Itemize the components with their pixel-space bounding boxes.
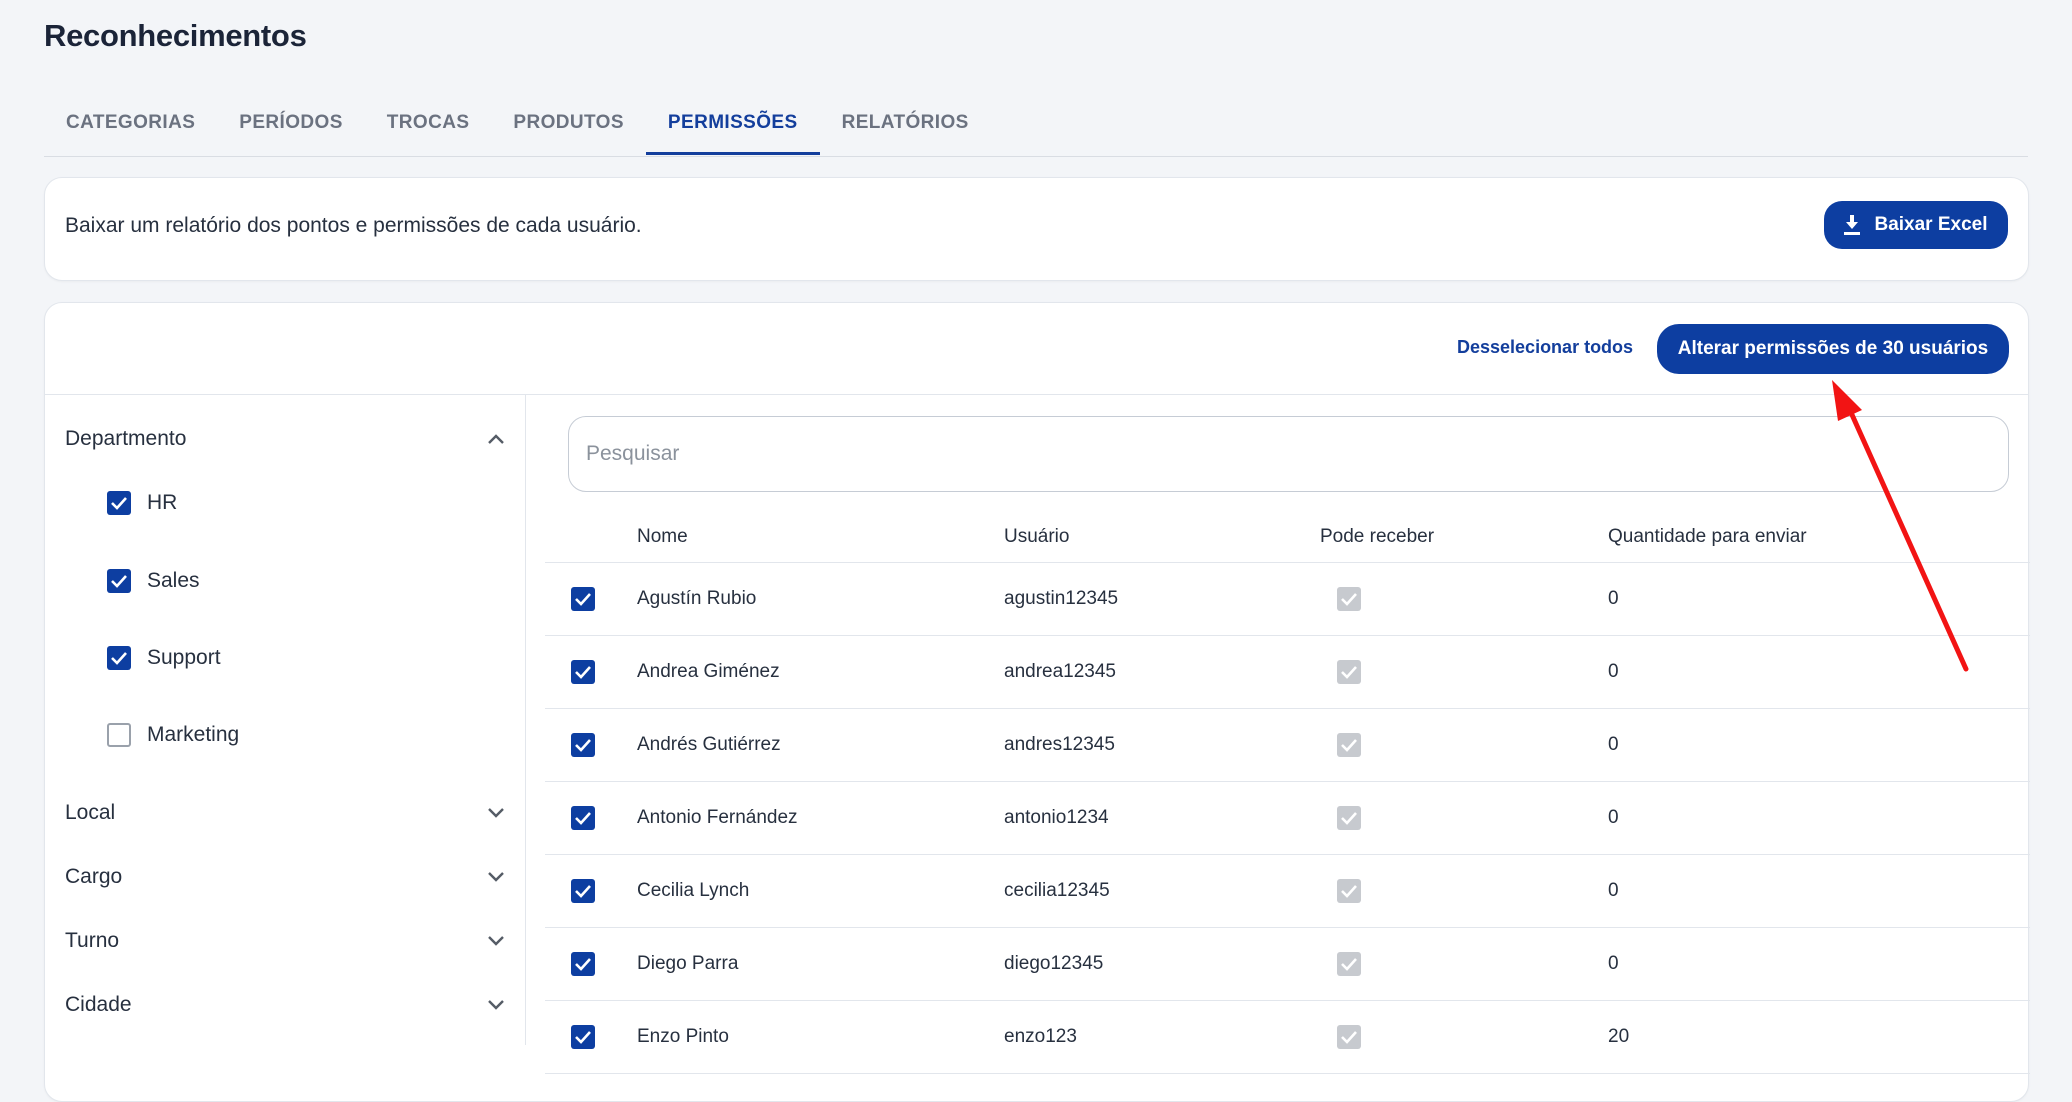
chevron-down-icon: [488, 808, 504, 818]
checkbox-checked-icon[interactable]: [107, 491, 131, 515]
cell-name: Enzo Pinto: [637, 1026, 729, 1047]
download-excel-button[interactable]: Baixar Excel: [1824, 201, 2008, 249]
table-row: Antonio Fernández antonio1234 0: [545, 782, 2030, 855]
row-checkbox-icon[interactable]: [571, 733, 595, 757]
change-permissions-button[interactable]: Alterar permissões de 30 usuários: [1657, 324, 2009, 374]
row-checkbox-icon[interactable]: [571, 952, 595, 976]
table-row: Enzo Pinto enzo123 20: [545, 1001, 2030, 1074]
filter-cargo-header[interactable]: Cargo: [65, 857, 505, 897]
filter-department-label: Departmento: [65, 427, 187, 450]
cell-name: Cecilia Lynch: [637, 880, 750, 901]
cell-user: diego12345: [1004, 953, 1104, 974]
cell-user: cecilia12345: [1004, 880, 1110, 901]
filter-option-marketing[interactable]: Marketing: [107, 723, 239, 747]
checkbox-checked-icon[interactable]: [107, 569, 131, 593]
cell-name: Agustín Rubio: [637, 588, 757, 609]
filter-option-label: Marketing: [147, 723, 240, 746]
page-title: Reconhecimentos: [44, 18, 307, 53]
row-checkbox-icon[interactable]: [571, 587, 595, 611]
row-checkbox-icon[interactable]: [571, 1025, 595, 1049]
filter-option-support[interactable]: Support: [107, 646, 221, 670]
can-receive-checkbox-icon: [1337, 660, 1361, 684]
cell-user: agustin12345: [1004, 588, 1119, 609]
tab-produtos[interactable]: PRODUTOS: [491, 100, 646, 155]
search-input[interactable]: [568, 416, 2009, 492]
cell-amount: 0: [1608, 807, 1619, 828]
can-receive-checkbox-icon: [1337, 733, 1361, 757]
row-checkbox-icon[interactable]: [571, 879, 595, 903]
table-row: Andrés Gutiérrez andres12345 0: [545, 709, 2030, 782]
cell-amount: 0: [1608, 734, 1619, 755]
chevron-down-icon: [488, 872, 504, 882]
cell-name: Andrés Gutiérrez: [637, 734, 781, 755]
filter-option-label: Support: [147, 646, 221, 669]
report-description: Baixar um relatório dos pontos e permiss…: [65, 214, 642, 237]
tab-trocas[interactable]: TROCAS: [365, 100, 492, 155]
cell-user: andres12345: [1004, 734, 1115, 755]
filter-cargo-label: Cargo: [65, 865, 123, 888]
filter-local-header[interactable]: Local: [65, 793, 505, 833]
table-row: Andrea Giménez andrea12345 0: [545, 636, 2030, 709]
can-receive-checkbox-icon: [1337, 879, 1361, 903]
permissions-card: Desselecionar todos Alterar permissões d…: [44, 302, 2030, 1102]
filter-sidebar: Departmento HR Sales Support Marketing L…: [45, 395, 526, 1045]
download-excel-label: Baixar Excel: [1874, 214, 1988, 235]
tab-permissoes[interactable]: PERMISSÕES: [645, 100, 820, 155]
cell-user: andrea12345: [1004, 661, 1116, 682]
can-receive-checkbox-icon: [1337, 587, 1361, 611]
tab-bar: CATEGORIAS PERÍODOS TROCAS PRODUTOS PERM…: [44, 100, 2028, 157]
selection-toolbar: Desselecionar todos Alterar permissões d…: [45, 303, 2028, 395]
cell-amount: 0: [1608, 880, 1619, 901]
can-receive-checkbox-icon: [1337, 1025, 1361, 1049]
chevron-up-icon: [488, 434, 504, 444]
filter-cidade-header[interactable]: Cidade: [65, 985, 505, 1025]
column-header-can-receive: Pode receber: [1320, 526, 1435, 547]
tab-relatorios[interactable]: RELATÓRIOS: [820, 100, 991, 155]
column-header-amount: Quantidade para enviar: [1608, 526, 1807, 547]
filter-option-hr[interactable]: HR: [107, 491, 177, 515]
filter-local-label: Local: [65, 801, 116, 824]
checkbox-checked-icon[interactable]: [107, 646, 131, 670]
chevron-down-icon: [488, 1000, 504, 1010]
checkbox-unchecked-icon[interactable]: [107, 723, 131, 747]
row-checkbox-icon[interactable]: [571, 660, 595, 684]
column-header-name: Nome: [637, 526, 688, 547]
cell-name: Andrea Giménez: [637, 661, 780, 682]
table-header: Nome Usuário Pode receber Quantidade par…: [545, 493, 2030, 563]
filter-turno-label: Turno: [65, 929, 120, 952]
cell-amount: 0: [1608, 953, 1619, 974]
cell-name: Diego Parra: [637, 953, 739, 974]
tab-periodos[interactable]: PERÍODOS: [217, 100, 365, 155]
cell-user: antonio1234: [1004, 807, 1109, 828]
filter-department-header[interactable]: Departmento: [65, 419, 505, 459]
tab-categorias[interactable]: CATEGORIAS: [44, 100, 217, 155]
cell-amount: 0: [1608, 588, 1619, 609]
chevron-down-icon: [488, 936, 504, 946]
cell-name: Antonio Fernández: [637, 807, 798, 828]
table-row: Diego Parra diego12345 0: [545, 928, 2030, 1001]
cell-amount: 0: [1608, 661, 1619, 682]
deselect-all-link[interactable]: Desselecionar todos: [1457, 337, 1633, 358]
filter-option-label: Sales: [147, 569, 200, 592]
table-row: Cecilia Lynch cecilia12345 0: [545, 855, 2030, 928]
cell-amount: 20: [1608, 1026, 1630, 1047]
filter-turno-header[interactable]: Turno: [65, 921, 505, 961]
table-row: Agustín Rubio agustin12345 0: [545, 563, 2030, 636]
report-card: Baixar um relatório dos pontos e permiss…: [44, 177, 2029, 281]
column-header-user: Usuário: [1004, 526, 1070, 547]
filter-option-label: HR: [147, 491, 178, 514]
can-receive-checkbox-icon: [1337, 806, 1361, 830]
filter-cidade-label: Cidade: [65, 993, 132, 1016]
can-receive-checkbox-icon: [1337, 952, 1361, 976]
row-checkbox-icon[interactable]: [571, 806, 595, 830]
filter-option-sales[interactable]: Sales: [107, 569, 200, 593]
users-table: Nome Usuário Pode receber Quantidade par…: [545, 493, 2030, 1074]
download-icon: [1844, 215, 1861, 235]
cell-user: enzo123: [1004, 1026, 1077, 1047]
